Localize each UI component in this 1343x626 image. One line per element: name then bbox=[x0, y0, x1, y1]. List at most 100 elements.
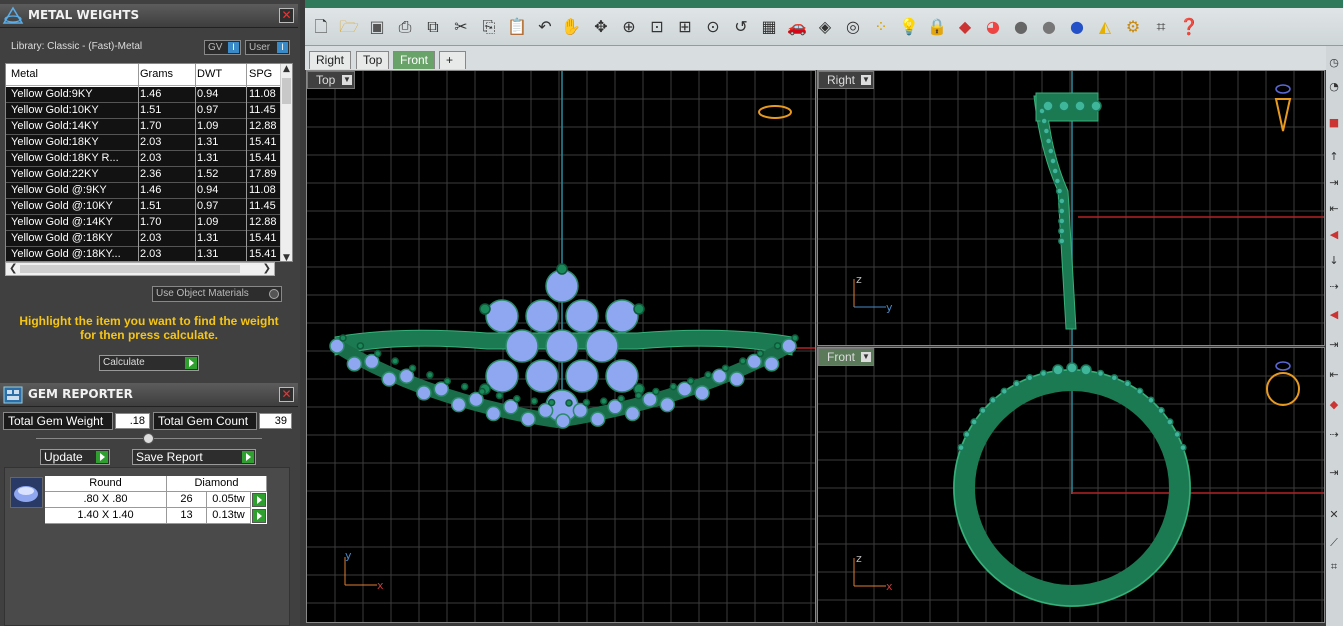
table-row[interactable]: Yellow Gold:14KY 1.70 1.09 12.88 bbox=[6, 119, 282, 135]
gem-count[interactable]: 26 bbox=[167, 492, 207, 508]
osnap-icon[interactable]: ◎ bbox=[842, 16, 864, 38]
viewport-label-right[interactable]: Right ▼ bbox=[818, 71, 874, 89]
open-folder-icon[interactable]: 🗁 bbox=[338, 16, 360, 38]
gv-toggle[interactable]: GV I bbox=[204, 40, 241, 55]
viewport-layout-icon[interactable]: ▦ bbox=[758, 16, 780, 38]
table-row[interactable]: Yellow Gold @:18KY... 2.03 1.31 15.41 bbox=[6, 247, 282, 261]
tool-icon[interactable]: ⟋ bbox=[1327, 536, 1341, 550]
help-icon[interactable]: ❓ bbox=[1178, 16, 1200, 38]
save-icon[interactable]: ▣ bbox=[366, 16, 388, 38]
pan-hand-icon[interactable]: ✋ bbox=[560, 16, 582, 38]
paste-icon[interactable]: 📋 bbox=[506, 16, 528, 38]
tool-icon[interactable]: ↓ bbox=[1327, 254, 1341, 268]
shaded-sphere-icon[interactable]: ● bbox=[1038, 16, 1060, 38]
new-file-icon[interactable]: 🗋 bbox=[310, 16, 332, 38]
table-row[interactable]: Yellow Gold @:14KY 1.70 1.09 12.88 bbox=[6, 215, 282, 231]
tool-icon[interactable]: ◷ bbox=[1327, 56, 1341, 70]
close-icon[interactable]: ✕ bbox=[279, 387, 294, 402]
zoom-selected-icon[interactable]: ⊙ bbox=[702, 16, 724, 38]
points-icon[interactable]: ⁘ bbox=[870, 16, 892, 38]
table-row[interactable]: Yellow Gold:18KY R... 2.03 1.31 15.41 bbox=[6, 151, 282, 167]
column-header-grams[interactable]: Grams bbox=[140, 68, 190, 80]
viewport-label-front[interactable]: Front ▼ bbox=[818, 348, 874, 366]
table-row[interactable]: Yellow Gold:9KY 1.46 0.94 11.08 bbox=[6, 87, 282, 103]
table-row[interactable]: Yellow Gold:22KY 2.36 1.52 17.89 bbox=[6, 167, 282, 183]
scroll-right-icon[interactable]: ❯ bbox=[263, 263, 271, 274]
plane-icon[interactable]: ◈ bbox=[814, 16, 836, 38]
table-row[interactable]: Yellow Gold @:18KY 2.03 1.31 15.41 bbox=[6, 231, 282, 247]
tool-icon[interactable]: ✕ bbox=[1327, 508, 1341, 522]
column-header-metal[interactable]: Metal bbox=[11, 68, 135, 80]
zoom-extents-icon[interactable]: ⊞ bbox=[674, 16, 696, 38]
spotlight-icon[interactable]: ◭ bbox=[1094, 16, 1116, 38]
gem-weight[interactable]: 0.05tw bbox=[207, 492, 251, 508]
add-tab-button[interactable]: + bbox=[439, 51, 466, 69]
layers-icon[interactable]: ◆ bbox=[954, 16, 976, 38]
tool-icon[interactable]: ⇢ bbox=[1327, 428, 1341, 442]
tab-right[interactable]: Right bbox=[309, 51, 352, 69]
vertical-scrollbar[interactable]: ▲ ▼ bbox=[280, 64, 292, 261]
cut-icon[interactable]: ✂ bbox=[450, 16, 472, 38]
splitter-handle[interactable] bbox=[143, 433, 154, 444]
top-viewport[interactable]: y x Top ▼ bbox=[306, 70, 816, 623]
undo-view-icon[interactable]: ↺ bbox=[730, 16, 752, 38]
copy-icon[interactable]: ⎘ bbox=[478, 16, 500, 38]
front-viewport[interactable]: z x Front ▼ bbox=[817, 347, 1325, 623]
column-header-dwt[interactable]: DWT bbox=[197, 68, 243, 80]
chevron-down-icon[interactable]: ▼ bbox=[861, 352, 871, 362]
table-row[interactable]: Yellow Gold:18KY 2.03 1.31 15.41 bbox=[6, 135, 282, 151]
play-icon[interactable] bbox=[252, 493, 266, 507]
gem-count[interactable]: 13 bbox=[167, 508, 207, 524]
chevron-down-icon[interactable]: ▼ bbox=[342, 75, 352, 85]
tool-icon[interactable]: ◔ bbox=[1327, 80, 1341, 94]
scroll-thumb[interactable] bbox=[282, 78, 291, 104]
tool-icon[interactable]: ↑ bbox=[1327, 150, 1341, 164]
rendered-sphere-icon[interactable]: ● bbox=[1066, 16, 1088, 38]
use-object-materials-option[interactable]: Use Object Materials bbox=[152, 286, 282, 302]
scroll-down-icon[interactable]: ▼ bbox=[281, 253, 292, 261]
user-toggle[interactable]: User I bbox=[245, 40, 290, 55]
zoom-window-icon[interactable]: ⊡ bbox=[646, 16, 668, 38]
tool-icon[interactable]: ⇥ bbox=[1327, 338, 1341, 352]
rotate-view-icon[interactable]: ✥ bbox=[590, 16, 612, 38]
save-report-button[interactable]: Save Report bbox=[132, 449, 256, 465]
update-button[interactable]: Update bbox=[40, 449, 110, 465]
tool-icon[interactable]: ◀ bbox=[1327, 308, 1341, 322]
column-header-spg[interactable]: SPG bbox=[249, 68, 282, 80]
gem-size[interactable]: .80 X .80 bbox=[45, 492, 167, 508]
viewport-label-top[interactable]: Top ▼ bbox=[307, 71, 355, 89]
calculate-button[interactable]: Calculate bbox=[99, 355, 199, 371]
gem-weight[interactable]: 0.13tw bbox=[207, 508, 251, 524]
play-icon[interactable] bbox=[252, 509, 266, 523]
undo-icon[interactable]: ↶ bbox=[534, 16, 556, 38]
metal-weights-table[interactable]: Metal Grams DWT SPG Yellow Gold:9KY 1.46 0… bbox=[5, 63, 293, 262]
tab-front[interactable]: Front bbox=[393, 51, 436, 69]
tool-icon[interactable]: ⇥ bbox=[1327, 466, 1341, 480]
lock-icon[interactable]: 🔒 bbox=[926, 16, 948, 38]
tool-icon[interactable]: ■ bbox=[1327, 116, 1341, 130]
scroll-left-icon[interactable]: ❮ bbox=[9, 263, 17, 274]
print-icon[interactable]: ⎙ bbox=[394, 16, 416, 38]
dimension-icon[interactable]: ⌗ bbox=[1150, 16, 1172, 38]
table-row[interactable]: Yellow Gold @:9KY 1.46 0.94 11.08 bbox=[6, 183, 282, 199]
color-wheel-icon[interactable]: ◕ bbox=[982, 16, 1004, 38]
light-bulb-icon[interactable]: 💡 bbox=[898, 16, 920, 38]
settings-gear-icon[interactable]: ⚙ bbox=[1122, 16, 1144, 38]
table-row[interactable]: Yellow Gold @:10KY 1.51 0.97 11.45 bbox=[6, 199, 282, 215]
tool-icon[interactable]: ⇢ bbox=[1327, 280, 1341, 294]
tab-top[interactable]: Top bbox=[356, 51, 390, 69]
scroll-up-icon[interactable]: ▲ bbox=[281, 64, 292, 74]
tool-icon[interactable]: ⇤ bbox=[1327, 368, 1341, 382]
render-sphere-icon[interactable]: ● bbox=[1010, 16, 1032, 38]
zoom-icon[interactable]: ⊕ bbox=[618, 16, 640, 38]
scroll-thumb[interactable] bbox=[20, 265, 240, 273]
gem-size[interactable]: 1.40 X 1.40 bbox=[45, 508, 167, 524]
close-icon[interactable]: ✕ bbox=[279, 8, 294, 23]
radio-icon[interactable] bbox=[269, 289, 279, 299]
export-icon[interactable]: ⧉ bbox=[422, 16, 444, 38]
car-icon[interactable]: 🚗 bbox=[786, 16, 808, 38]
tool-icon[interactable]: ⇥ bbox=[1327, 176, 1341, 190]
tool-icon[interactable]: ⌗ bbox=[1327, 560, 1341, 574]
tool-icon[interactable]: ◆ bbox=[1327, 398, 1341, 412]
table-row[interactable]: Yellow Gold:10KY 1.51 0.97 11.45 bbox=[6, 103, 282, 119]
